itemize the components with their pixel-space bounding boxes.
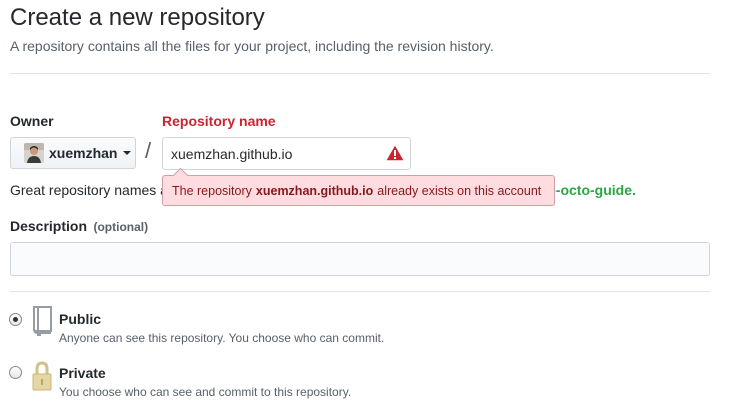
page-subtitle: A repository contains all the files for … xyxy=(10,38,494,54)
radio-selected-dot xyxy=(13,317,18,322)
repository-name-hint: Great repository names a xyxy=(10,182,168,198)
error-repo-name: xuemzhan.github.io xyxy=(255,183,374,198)
lock-icon xyxy=(32,361,52,391)
owner-name: xuemzhan xyxy=(49,145,118,161)
repository-exists-error-tooltip: The repository xuemzhan.github.io alread… xyxy=(162,175,555,206)
owner-repo-separator: / xyxy=(145,138,152,163)
page-title: Create a new repository xyxy=(10,4,265,31)
public-radio[interactable] xyxy=(9,313,22,326)
owner-select-button[interactable]: xuemzhan xyxy=(10,137,136,169)
public-option-description: Anyone can see this repository. You choo… xyxy=(59,331,385,345)
private-option-description: You choose who can see and commit to thi… xyxy=(59,385,352,399)
error-suffix: already exists on this account xyxy=(377,183,542,198)
repo-book-icon xyxy=(33,306,52,336)
description-label-text: Description xyxy=(10,218,88,234)
repository-name-input[interactable] xyxy=(162,137,411,170)
warning-icon xyxy=(386,145,404,161)
header-divider xyxy=(10,73,710,74)
private-radio[interactable] xyxy=(9,366,22,379)
error-prefix: The repository xyxy=(172,183,252,198)
description-label: Description (optional) xyxy=(10,218,148,236)
optional-note: (optional) xyxy=(93,220,149,234)
section-divider xyxy=(10,291,710,292)
description-input[interactable] xyxy=(10,242,710,276)
private-option-title: Private xyxy=(59,365,106,381)
owner-label: Owner xyxy=(10,113,54,129)
chevron-down-icon xyxy=(123,151,132,155)
avatar xyxy=(24,143,44,163)
name-suggestion-link[interactable]: e-octo-guide. xyxy=(548,182,636,198)
public-option-title: Public xyxy=(59,311,102,327)
repository-name-label: Repository name xyxy=(162,113,276,129)
